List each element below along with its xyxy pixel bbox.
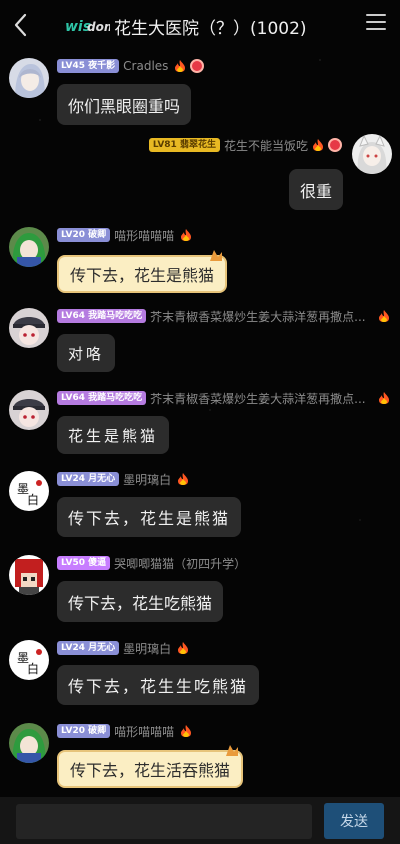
svg-text:白: 白: [27, 661, 39, 676]
fire-icon: [313, 139, 323, 151]
message-input[interactable]: [16, 804, 312, 839]
avatar[interactable]: [9, 308, 49, 348]
medal-icon: [328, 138, 342, 152]
sender-remark: 花生不能当饭吃: [223, 138, 308, 153]
fire-icon: [181, 725, 192, 737]
message-bubble[interactable]: 你们黑眼圈重吗: [57, 84, 192, 125]
fire-icon: [178, 473, 189, 485]
level-badge: LV45 夜千影: [57, 59, 120, 73]
avatar[interactable]: [352, 134, 392, 174]
sender-remark: Cradles: [123, 59, 169, 73]
fire-icon: [181, 229, 192, 241]
level-badge: LV64 我踏马吃吃吃: [57, 309, 147, 323]
level-badge: LV20 破卿: [57, 228, 111, 242]
sender-remark: 墨明璃白: [123, 472, 172, 487]
avatar[interactable]: [9, 58, 49, 98]
sender-meta: LV81 翡翠花生 花生不能当饭吃: [148, 137, 342, 153]
cat-message-bubble[interactable]: 传下去，花生活吞熊猫: [57, 745, 244, 788]
level-badge: LV64 我踏马吃吃吃: [57, 391, 147, 405]
cat-ear-icon: [226, 745, 239, 756]
sender-meta: LV64 我踏马吃吃吃 芥末青椒香菜爆炒生姜大蒜洋葱再撒点...: [57, 390, 390, 406]
sender-remark: 芥末青椒香菜爆炒生姜大蒜洋葱再撒点...: [150, 391, 366, 406]
avatar[interactable]: [9, 723, 49, 763]
fire-icon: [378, 310, 389, 322]
back-arrow-icon[interactable]: [8, 10, 34, 40]
fire-icon: [178, 642, 189, 654]
input-bar: 发送: [0, 797, 400, 844]
sender-meta: LV24 月无心 墨明璃白: [57, 640, 189, 656]
medal-icon: [190, 59, 205, 73]
level-badge: LV50 傻逼: [57, 556, 111, 570]
group-title: 花生大医院（？）(1002): [114, 19, 307, 39]
message-bubble[interactable]: 很重: [288, 169, 343, 210]
wisdom-logo-icon: wis dom: [65, 19, 110, 35]
sender-meta: LV50 傻逼 哭唧唧猫猫（初四升学）: [57, 555, 246, 571]
sender-meta: LV24 月无心 墨明璃白: [57, 471, 189, 487]
message-bubble[interactable]: 传下去，花生吃熊猫: [57, 581, 224, 622]
cat-message-bubble[interactable]: 传下去，花生是熊猫: [57, 250, 228, 293]
avatar[interactable]: [9, 227, 49, 267]
avatar[interactable]: 墨白: [9, 640, 49, 680]
fire-icon: [378, 392, 389, 404]
svg-text:白: 白: [27, 492, 39, 507]
avatar[interactable]: [9, 555, 49, 595]
sender-meta: LV64 我踏马吃吃吃 芥末青椒香菜爆炒生姜大蒜洋葱再撒点...: [57, 308, 390, 324]
level-badge: LV81 翡翠花生: [148, 138, 220, 152]
fire-icon: [175, 60, 186, 72]
sender-remark: 墨明璃白: [123, 641, 172, 656]
message-bubble[interactable]: 花生是熊猫: [57, 416, 170, 454]
sender-meta: LV45 夜千影 Cradles: [57, 58, 205, 74]
sender-remark: 芥末青椒香菜爆炒生姜大蒜洋葱再撒点...: [150, 309, 366, 324]
message-bubble[interactable]: 传下去，花生是熊猫: [57, 497, 242, 537]
message-text: 传下去，花生是熊猫: [70, 266, 215, 285]
avatar[interactable]: 墨白: [9, 471, 49, 511]
level-badge: LV24 月无心: [57, 641, 120, 655]
sender-remark: 喵形喵喵喵: [114, 724, 175, 739]
level-badge: LV24 月无心: [57, 472, 120, 486]
sender-meta: LV20 破卿 喵形喵喵喵: [57, 723, 192, 739]
sender-remark: 喵形喵喵喵: [114, 228, 175, 243]
avatar[interactable]: [9, 390, 49, 430]
cat-ear-icon: [210, 250, 223, 261]
send-button[interactable]: 发送: [324, 803, 384, 839]
sender-meta: LV20 破卿 喵形喵喵喵: [57, 227, 192, 243]
menu-icon[interactable]: [366, 14, 386, 32]
message-bubble[interactable]: 对咯: [57, 334, 116, 372]
sender-remark: 哭唧唧猫猫（初四升学）: [114, 556, 247, 571]
message-bubble[interactable]: 传下去，花生生吃熊猫: [57, 665, 260, 705]
level-badge: LV20 破卿: [57, 724, 111, 738]
svg-text:dom: dom: [87, 20, 110, 34]
message-text: 传下去，花生活吞熊猫: [70, 761, 231, 780]
chat-header: wis dom 花生大医院（？）(1002): [0, 0, 400, 50]
